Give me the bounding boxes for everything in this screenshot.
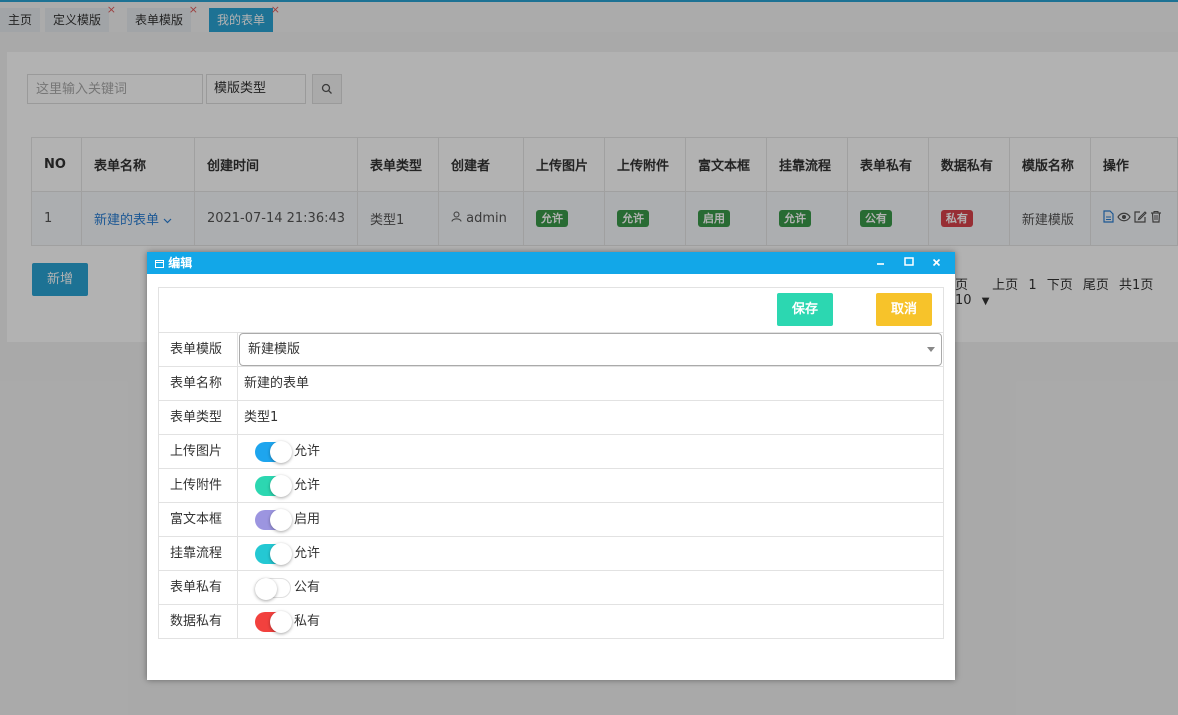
form-type-field[interactable]: 类型1 bbox=[238, 401, 943, 434]
form-row-name: 表单名称 新建的表单 bbox=[158, 367, 944, 401]
dialog-toolbar: 保存 取消 bbox=[158, 287, 944, 333]
toggle-value: 私有 bbox=[294, 614, 321, 629]
form-row-template: 表单模版 新建模版 bbox=[158, 333, 944, 367]
dialog-body: 保存 取消 表单模版 新建模版 表单名称 新建的表单 表单类型 类型1 上传图片… bbox=[158, 287, 944, 639]
field-label: 数据私有 bbox=[159, 605, 238, 638]
form-private-toggle[interactable] bbox=[255, 577, 291, 600]
field-label: 富文本框 bbox=[159, 503, 238, 536]
field-label: 表单类型 bbox=[159, 401, 238, 434]
cancel-button[interactable]: 取消 bbox=[876, 293, 932, 326]
upload-file-toggle[interactable] bbox=[255, 474, 292, 497]
window-icon bbox=[155, 260, 164, 268]
upload-image-toggle[interactable] bbox=[255, 440, 292, 463]
field-label: 表单模版 bbox=[159, 333, 238, 366]
form-row-form-private: 表单私有 公有 bbox=[158, 571, 944, 605]
maximize-icon[interactable] bbox=[904, 252, 914, 274]
form-row-data-private: 数据私有 私有 bbox=[158, 605, 944, 639]
form-row-upload-image: 上传图片 允许 bbox=[158, 435, 944, 469]
form-name-field[interactable]: 新建的表单 bbox=[238, 367, 943, 400]
toggle-value: 启用 bbox=[294, 512, 321, 527]
save-button[interactable]: 保存 bbox=[777, 293, 833, 326]
edit-dialog: 编辑 保存 取消 表单模版 新建模版 表单名称 新建的表单 表单类型 类型1 上… bbox=[147, 252, 955, 680]
dialog-title: 编辑 bbox=[168, 256, 193, 270]
data-private-toggle[interactable] bbox=[255, 610, 292, 633]
template-select[interactable]: 新建模版 bbox=[239, 333, 942, 366]
dialog-title-bar[interactable]: 编辑 bbox=[147, 252, 955, 274]
rich-text-toggle[interactable] bbox=[255, 508, 292, 531]
toggle-value: 允许 bbox=[294, 478, 321, 493]
form-row-type: 表单类型 类型1 bbox=[158, 401, 944, 435]
form-row-rich-text: 富文本框 启用 bbox=[158, 503, 944, 537]
form-row-flow: 挂靠流程 允许 bbox=[158, 537, 944, 571]
flow-toggle[interactable] bbox=[255, 542, 292, 565]
toggle-value: 允许 bbox=[294, 444, 321, 459]
field-label: 上传图片 bbox=[159, 435, 238, 468]
toggle-value: 允许 bbox=[294, 546, 321, 561]
close-icon[interactable] bbox=[932, 252, 941, 274]
caret-down-icon bbox=[927, 347, 935, 352]
minimize-icon[interactable] bbox=[876, 252, 885, 274]
field-label: 挂靠流程 bbox=[159, 537, 238, 570]
toggle-value: 公有 bbox=[294, 580, 321, 595]
field-label: 表单私有 bbox=[159, 571, 238, 604]
field-label: 上传附件 bbox=[159, 469, 238, 502]
field-label: 表单名称 bbox=[159, 367, 238, 400]
form-row-upload-file: 上传附件 允许 bbox=[158, 469, 944, 503]
